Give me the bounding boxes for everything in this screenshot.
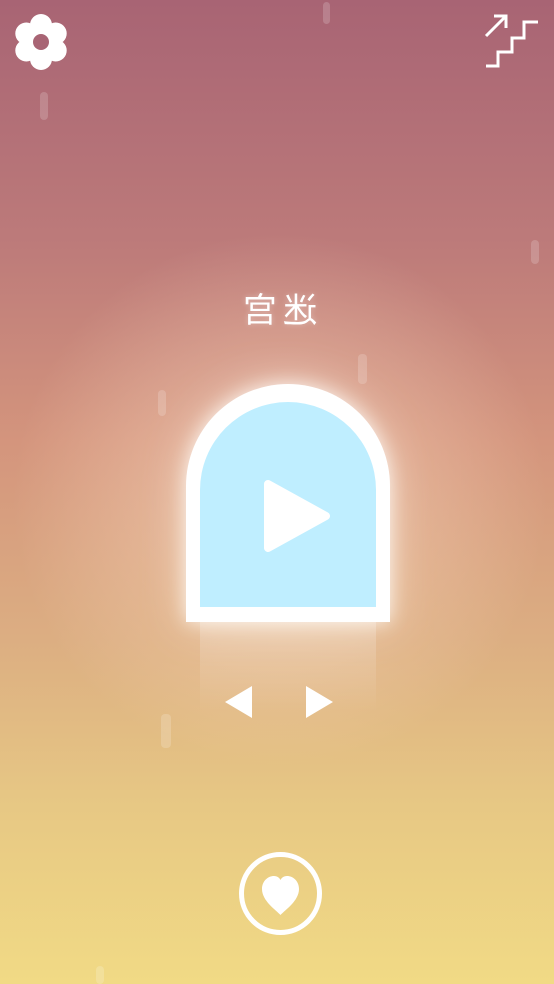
levels-button[interactable] bbox=[480, 10, 542, 72]
falling-streak bbox=[323, 2, 330, 24]
triangle-left-icon bbox=[225, 686, 252, 718]
gear-icon bbox=[15, 14, 67, 70]
next-level-button[interactable] bbox=[305, 684, 335, 720]
falling-streak bbox=[40, 92, 48, 120]
falling-streak bbox=[158, 390, 166, 416]
settings-button[interactable] bbox=[12, 13, 70, 71]
play-icon bbox=[264, 480, 330, 552]
level-title: 迷宫 bbox=[237, 291, 317, 331]
heart-icon bbox=[239, 852, 322, 935]
play-button[interactable] bbox=[262, 478, 332, 554]
stairs-icon bbox=[484, 14, 538, 68]
previous-level-button[interactable] bbox=[223, 684, 253, 720]
triangle-right-icon bbox=[306, 686, 333, 718]
falling-streak bbox=[531, 240, 539, 264]
falling-streak bbox=[358, 354, 367, 384]
falling-streak bbox=[96, 966, 104, 984]
favorite-button[interactable] bbox=[238, 851, 323, 936]
falling-streak bbox=[161, 714, 171, 748]
